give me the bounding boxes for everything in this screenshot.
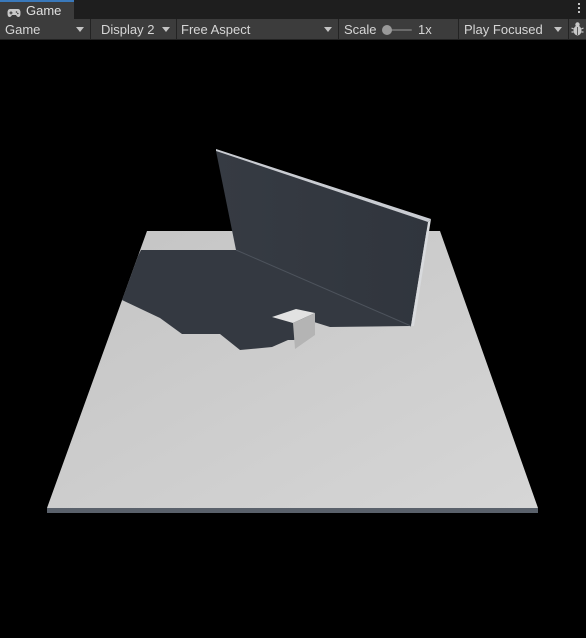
- chevron-down-icon: [76, 27, 84, 32]
- view-mode-dropdown[interactable]: Game: [0, 19, 91, 39]
- kebab-menu-icon[interactable]: [577, 3, 581, 16]
- game-toolbar: Game Display 2 Free Aspect Scale 1x Play…: [0, 19, 586, 40]
- gamepad-icon: [7, 6, 21, 17]
- view-mode-label: Game: [5, 21, 41, 37]
- scene-render: [47, 149, 538, 513]
- chevron-down-icon: [554, 27, 562, 32]
- tab-game[interactable]: Game: [0, 0, 74, 19]
- chevron-down-icon: [162, 27, 170, 32]
- scale-slider-thumb[interactable]: [382, 25, 392, 35]
- chevron-down-icon: [324, 27, 332, 32]
- display-dropdown[interactable]: Display 2: [96, 19, 177, 39]
- display-label: Display 2: [101, 21, 155, 37]
- scale-label: Scale: [344, 21, 377, 37]
- game-viewport[interactable]: [0, 40, 586, 638]
- play-mode-dropdown[interactable]: Play Focused: [459, 19, 569, 39]
- game-window: Game Game Display 2 Free Aspect Scale 1x…: [0, 0, 586, 638]
- tab-label: Game: [26, 3, 62, 18]
- aspect-label: Free Aspect: [181, 21, 251, 37]
- scale-value: 1x: [418, 21, 432, 37]
- floor-edge: [47, 508, 538, 513]
- tab-strip: Game: [0, 0, 586, 19]
- bug-icon[interactable]: [571, 21, 584, 37]
- play-mode-label: Play Focused: [464, 21, 543, 37]
- aspect-dropdown[interactable]: Free Aspect: [176, 19, 339, 39]
